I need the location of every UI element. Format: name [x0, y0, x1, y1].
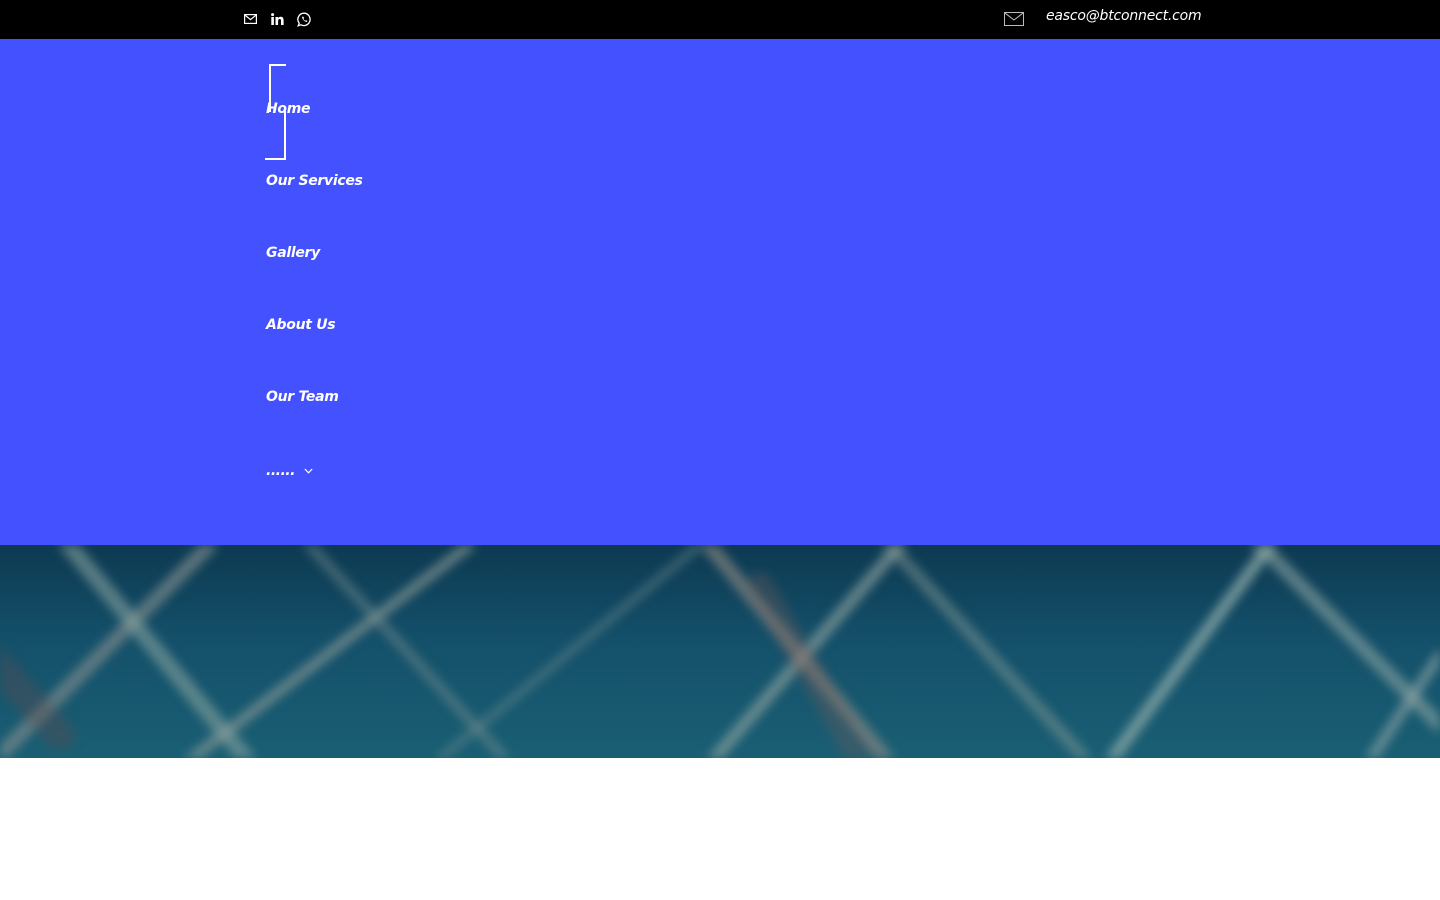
- active-indicator-bottom: [265, 111, 286, 160]
- nav-item-about-us[interactable]: About Us: [266, 317, 336, 333]
- nav-item-home[interactable]: Home: [266, 101, 311, 117]
- hero-background-image: [0, 545, 1440, 758]
- whatsapp-icon[interactable]: [296, 11, 312, 27]
- top-bar: easco@btconnect.com: [0, 0, 1440, 39]
- nav-item-gallery[interactable]: Gallery: [266, 245, 320, 261]
- nav-more-label: ......: [266, 463, 295, 479]
- nav-item-our-services[interactable]: Our Services: [266, 173, 363, 189]
- mail-icon[interactable]: [243, 11, 258, 27]
- nav-item-more[interactable]: ......: [266, 463, 313, 479]
- main-nav-panel: [0, 39, 1440, 545]
- nav-item-our-team[interactable]: Our Team: [266, 389, 339, 405]
- linkedin-icon[interactable]: [270, 11, 285, 27]
- envelope-icon: [1004, 11, 1025, 27]
- main-content-area: [0, 758, 1440, 900]
- contact-email-link[interactable]: easco@btconnect.com: [1046, 8, 1202, 24]
- chevron-down-icon: [304, 468, 313, 474]
